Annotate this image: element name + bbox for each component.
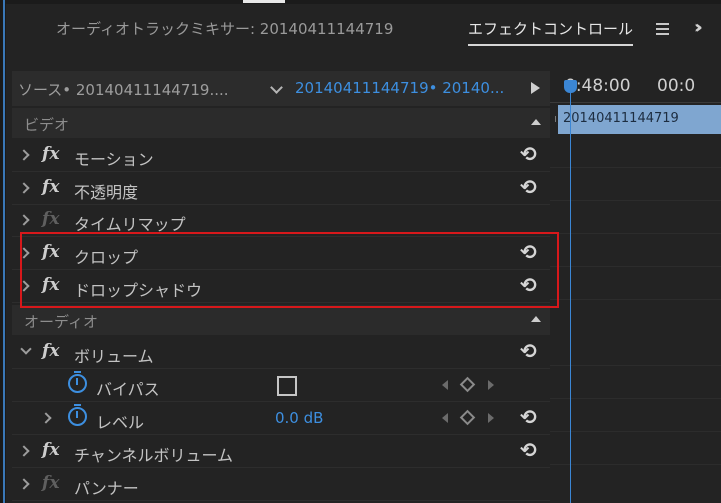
chevron-down-icon	[270, 81, 283, 94]
timeline-row-line	[550, 431, 721, 432]
effect-row-channel-volume[interactable]: fx チャンネルボリューム ⟲	[12, 435, 550, 468]
fx-icon: fx	[42, 473, 60, 493]
fx-icon[interactable]: fx	[42, 275, 59, 295]
sequence-clip-dropdown[interactable]: 20140411144719• 20140...	[262, 71, 532, 106]
effect-row-drop-shadow[interactable]: fx ドロップシャドウ ⟲	[12, 270, 550, 303]
reset-icon[interactable]: ⟲	[520, 273, 537, 297]
fx-icon: fx	[42, 209, 60, 229]
reset-icon[interactable]: ⟲	[520, 339, 537, 363]
fx-icon[interactable]: fx	[42, 440, 59, 460]
reset-icon[interactable]: ⟲	[520, 240, 537, 264]
stopwatch-icon[interactable]	[68, 404, 87, 426]
level-value[interactable]: 0.0 dB	[275, 409, 323, 427]
expand-chevron-icon[interactable]	[18, 149, 30, 161]
timeline-row-line	[550, 200, 721, 201]
effect-label: クロップ	[74, 248, 139, 267]
effect-row-motion[interactable]: fx モーション ⟲	[12, 139, 550, 172]
tab-effect-controls[interactable]: エフェクトコントロール	[468, 18, 634, 46]
panel-menu-icon[interactable]	[656, 23, 669, 35]
timecode-b: 00:0	[657, 76, 696, 96]
section-video-label: ビデオ	[24, 116, 70, 134]
effect-row-volume[interactable]: fx ボリューム ⟲	[12, 336, 550, 369]
section-audio-label: オーディオ	[24, 313, 98, 331]
collapse-up-icon[interactable]	[531, 316, 541, 322]
section-audio[interactable]: オーディオ	[12, 305, 550, 335]
timeline-row-line	[550, 167, 721, 168]
top-strip-mark	[243, 0, 285, 3]
timeline-row-line	[550, 266, 721, 267]
expand-chevron-icon[interactable]	[18, 478, 30, 490]
timeline-clip[interactable]: 20140411144719	[558, 105, 721, 134]
timeline-row-line	[550, 299, 721, 300]
effect-label: モーション	[74, 150, 154, 169]
effect-label: ボリューム	[74, 347, 154, 366]
expand-chevron-icon[interactable]	[18, 214, 30, 226]
stopwatch-icon[interactable]	[68, 371, 87, 393]
effect-row-opacity[interactable]: fx 不透明度 ⟲	[12, 172, 550, 205]
effect-row-time-remap[interactable]: fx タイムリマップ	[12, 204, 550, 237]
timeline-row-line	[550, 398, 721, 399]
timeline-row-line	[550, 365, 721, 366]
timeline-panel[interactable]: 0:48:00 00:0 20140411144719	[550, 50, 721, 503]
expand-chevron-icon[interactable]	[18, 280, 30, 292]
effect-row-crop[interactable]: fx クロップ ⟲	[12, 237, 550, 270]
source-bar: ソース• 20140411144719.... 20140411144719• …	[12, 71, 550, 106]
playhead-handle[interactable]	[564, 80, 577, 93]
effect-label: チャンネルボリューム	[74, 446, 234, 465]
reset-icon[interactable]: ⟲	[520, 175, 537, 199]
play-icon[interactable]	[531, 82, 540, 94]
fx-icon[interactable]: fx	[42, 341, 59, 361]
effect-label: タイムリマップ	[74, 215, 186, 234]
expand-chevron-icon[interactable]	[18, 182, 30, 194]
panel-focus-bar	[3, 0, 5, 503]
panel-overflow-icon[interactable]: ››	[694, 17, 703, 38]
reset-icon[interactable]: ⟲	[520, 405, 537, 429]
param-row-level[interactable]: レベル 0.0 dB ⟲	[12, 402, 550, 435]
timeline-row-line	[550, 233, 721, 234]
expand-chevron-icon[interactable]	[18, 445, 30, 457]
fx-icon[interactable]: fx	[42, 177, 59, 197]
ruler-baseline	[550, 102, 721, 103]
prev-keyframe-icon[interactable]	[442, 380, 448, 390]
expand-chevron-icon[interactable]	[18, 247, 30, 259]
sequence-clip-label: 20140411144719• 20140...	[295, 79, 505, 97]
tab-audio-track-mixer[interactable]: オーディオトラックミキサー: 20140411144719	[56, 18, 393, 39]
timeline-clip-name: 20140411144719	[563, 111, 679, 126]
timeline-row-line	[550, 464, 721, 465]
effect-label: 不透明度	[74, 183, 139, 202]
next-keyframe-icon[interactable]	[488, 413, 494, 423]
source-clip-label[interactable]: ソース• 20140411144719....	[18, 79, 229, 100]
playhead-line[interactable]	[570, 88, 571, 503]
fx-icon[interactable]: fx	[42, 242, 59, 262]
next-keyframe-icon[interactable]	[488, 380, 494, 390]
section-video[interactable]: ビデオ	[12, 108, 550, 138]
fx-icon[interactable]: fx	[42, 144, 59, 164]
bypass-checkbox[interactable]	[277, 376, 297, 396]
panel-left-edge	[0, 0, 6, 503]
param-row-bypass[interactable]: バイパス	[12, 369, 550, 402]
reset-icon[interactable]: ⟲	[520, 438, 537, 462]
param-label: バイパス	[96, 380, 160, 399]
prev-keyframe-icon[interactable]	[442, 413, 448, 423]
ruler-tick	[555, 116, 556, 122]
param-label: レベル	[96, 413, 145, 432]
collapse-up-icon[interactable]	[531, 119, 541, 125]
effect-row-panner[interactable]: fx パンナー	[12, 468, 550, 501]
effect-label: パンナー	[74, 479, 139, 498]
panel-header: オーディオトラックミキサー: 20140411144719 エフェクトコントロー…	[6, 4, 721, 50]
collapse-chevron-icon[interactable]	[20, 343, 32, 355]
reset-icon[interactable]: ⟲	[520, 142, 537, 166]
add-keyframe-icon[interactable]	[459, 376, 476, 393]
effect-label: ドロップシャドウ	[74, 281, 203, 300]
expand-chevron-icon[interactable]	[40, 412, 52, 424]
add-keyframe-icon[interactable]	[459, 409, 476, 426]
